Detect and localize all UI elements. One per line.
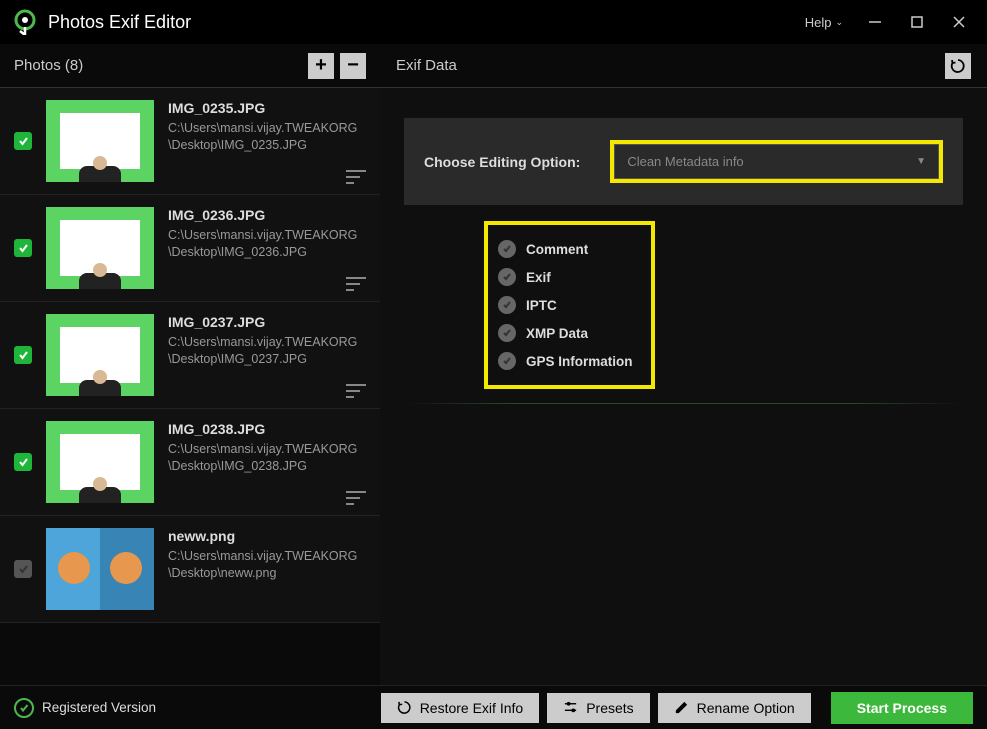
divider	[404, 403, 963, 404]
check-circle-icon	[498, 352, 516, 370]
list-item[interactable]: IMG_0238.JPG C:\Users\mansi.vijay.TWEAKO…	[0, 409, 380, 516]
restore-exif-button[interactable]: Restore Exif Info	[381, 693, 540, 723]
chevron-down-icon: ▼	[916, 156, 926, 167]
help-menu[interactable]: Help ⌄	[795, 9, 853, 36]
exif-data-label: Exif Data	[396, 57, 945, 74]
list-item[interactable]: neww.png C:\Users\mansi.vijay.TWEAKORG\D…	[0, 516, 380, 623]
item-menu-icon[interactable]	[346, 277, 366, 291]
start-process-button[interactable]: Start Process	[831, 692, 973, 724]
metadata-type-item[interactable]: Comment	[498, 235, 633, 263]
exif-panel: Choose Editing Option: Clean Metadata in…	[380, 88, 987, 685]
photos-count-label: Photos (8)	[14, 57, 302, 74]
metadata-type-item[interactable]: XMP Data	[498, 319, 633, 347]
item-menu-icon[interactable]	[346, 491, 366, 505]
check-circle-icon	[498, 296, 516, 314]
maximize-button[interactable]	[897, 6, 937, 38]
photo-list[interactable]: IMG_0235.JPG C:\Users\mansi.vijay.TWEAKO…	[0, 88, 380, 685]
sliders-icon	[563, 700, 578, 715]
list-item[interactable]: IMG_0237.JPG C:\Users\mansi.vijay.TWEAKO…	[0, 302, 380, 409]
file-name: IMG_0236.JPG	[168, 207, 366, 223]
thumbnail	[46, 314, 154, 396]
file-path: C:\Users\mansi.vijay.TWEAKORG\Desktop\ne…	[168, 548, 366, 582]
file-path: C:\Users\mansi.vijay.TWEAKORG\Desktop\IM…	[168, 120, 366, 154]
thumbnail	[46, 528, 154, 610]
presets-button[interactable]: Presets	[547, 693, 649, 723]
restore-icon	[397, 700, 412, 715]
metadata-label: Exif	[526, 270, 551, 285]
editing-option-bar: Choose Editing Option: Clean Metadata in…	[404, 118, 963, 205]
checkbox[interactable]	[14, 560, 32, 578]
app-title: Photos Exif Editor	[48, 12, 795, 33]
item-menu-icon[interactable]	[346, 170, 366, 184]
metadata-label: Comment	[526, 242, 588, 257]
chevron-down-icon: ⌄	[835, 17, 843, 28]
check-circle-icon	[498, 268, 516, 286]
close-button[interactable]	[939, 6, 979, 38]
file-path: C:\Users\mansi.vijay.TWEAKORG\Desktop\IM…	[168, 334, 366, 368]
button-label: Presets	[586, 700, 633, 716]
thumbnail	[46, 207, 154, 289]
metadata-type-item[interactable]: Exif	[498, 263, 633, 291]
file-path: C:\Users\mansi.vijay.TWEAKORG\Desktop\IM…	[168, 227, 366, 261]
check-circle-icon	[14, 698, 34, 718]
titlebar: Photos Exif Editor Help ⌄	[0, 0, 987, 44]
file-name: IMG_0237.JPG	[168, 314, 366, 330]
file-name: IMG_0238.JPG	[168, 421, 366, 437]
checkbox[interactable]	[14, 239, 32, 257]
file-name: IMG_0235.JPG	[168, 100, 366, 116]
sub-header: Photos (8) + − Exif Data	[0, 44, 987, 88]
app-logo-icon	[12, 9, 38, 35]
editing-option-select[interactable]: Clean Metadata info ▼	[614, 144, 939, 179]
refresh-button[interactable]	[945, 53, 971, 79]
add-photo-button[interactable]: +	[308, 53, 334, 79]
metadata-type-list: Comment Exif IPTC XMP Data GPS Informati…	[484, 221, 655, 389]
button-label: Rename Option	[697, 700, 795, 716]
registered-label: Registered Version	[42, 700, 156, 715]
metadata-type-item[interactable]: GPS Information	[498, 347, 633, 375]
remove-photo-button[interactable]: −	[340, 53, 366, 79]
selected-option-text: Clean Metadata info	[627, 154, 916, 169]
footer: Registered Version Restore Exif Info Pre…	[0, 685, 987, 729]
list-item[interactable]: IMG_0235.JPG C:\Users\mansi.vijay.TWEAKO…	[0, 88, 380, 195]
rename-option-button[interactable]: Rename Option	[658, 693, 811, 723]
registered-badge: Registered Version	[14, 698, 156, 718]
button-label: Start Process	[857, 700, 947, 716]
editing-option-label: Choose Editing Option:	[424, 154, 580, 170]
file-name: neww.png	[168, 528, 366, 544]
thumbnail	[46, 421, 154, 503]
thumbnail	[46, 100, 154, 182]
check-circle-icon	[498, 240, 516, 258]
metadata-label: GPS Information	[526, 354, 633, 369]
metadata-label: IPTC	[526, 298, 557, 313]
list-item[interactable]: IMG_0236.JPG C:\Users\mansi.vijay.TWEAKO…	[0, 195, 380, 302]
pencil-icon	[674, 700, 689, 715]
checkbox[interactable]	[14, 346, 32, 364]
checkbox[interactable]	[14, 132, 32, 150]
metadata-type-item[interactable]: IPTC	[498, 291, 633, 319]
button-label: Restore Exif Info	[420, 700, 524, 716]
file-path: C:\Users\mansi.vijay.TWEAKORG\Desktop\IM…	[168, 441, 366, 475]
check-circle-icon	[498, 324, 516, 342]
metadata-label: XMP Data	[526, 326, 588, 341]
minimize-button[interactable]	[855, 6, 895, 38]
help-label: Help	[805, 15, 832, 30]
checkbox[interactable]	[14, 453, 32, 471]
item-menu-icon[interactable]	[346, 384, 366, 398]
